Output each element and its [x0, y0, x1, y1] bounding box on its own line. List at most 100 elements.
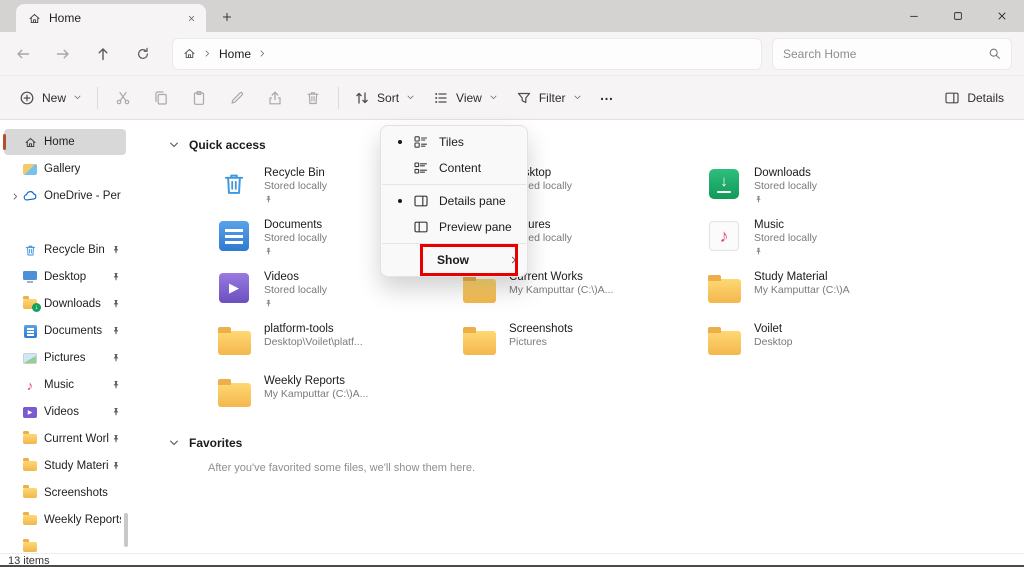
expander-slot	[8, 378, 22, 392]
plus-circle-icon	[19, 90, 35, 106]
preview-pane-icon	[413, 219, 429, 235]
file-tile-voilet[interactable]: Voilet Desktop	[698, 318, 943, 370]
back-button[interactable]	[6, 37, 40, 71]
pin-icon	[111, 299, 121, 309]
search-input[interactable]	[783, 47, 982, 61]
folder-icon	[706, 322, 742, 358]
new-button[interactable]: New	[10, 81, 91, 115]
search-box[interactable]	[772, 38, 1012, 70]
expander-slot	[8, 486, 22, 500]
sidebar-item-current-works[interactable]: Current Worl	[4, 426, 126, 452]
section-title: Quick access	[189, 138, 266, 152]
maximize-button[interactable]	[936, 0, 980, 32]
delete-button[interactable]	[294, 81, 332, 115]
minimize-button[interactable]	[892, 0, 936, 32]
menu-separator	[382, 243, 526, 244]
folder-icon	[461, 322, 497, 358]
file-subtitle: Pictures	[509, 336, 573, 349]
navigation-bar: Home	[0, 32, 1024, 76]
menu-item-details-pane[interactable]: Details pane	[381, 188, 527, 214]
rename-button[interactable]	[218, 81, 256, 115]
sidebar-item-label: Weekly Reports	[44, 514, 121, 526]
file-tile-platform-tools[interactable]: platform-tools Desktop\Voilet\platf...	[208, 318, 453, 370]
videos-icon: ▶	[22, 404, 38, 420]
file-name: Videos	[264, 270, 327, 284]
sidebar-item-screenshots[interactable]: Screenshots	[4, 480, 126, 506]
videos-icon: ▶	[216, 270, 252, 306]
search-icon[interactable]	[988, 47, 1001, 60]
filter-icon	[516, 90, 532, 106]
chevron-right-icon[interactable]	[258, 49, 267, 58]
file-tile-study-material[interactable]: Study Material My Kamputtar (C:\)A	[698, 266, 943, 318]
sort-button[interactable]: Sort	[345, 81, 424, 115]
menu-item-content[interactable]: Content	[381, 155, 527, 181]
command-bar: New Sort View Filter … Details	[0, 76, 1024, 120]
menu-item-show[interactable]: Show	[381, 247, 527, 273]
sidebar-item-study-material[interactable]: Study Materi	[4, 453, 126, 479]
sidebar-item-onedrive[interactable]: OneDrive - Pers	[4, 183, 126, 209]
expander-slot	[8, 540, 22, 553]
pin-icon	[111, 353, 121, 363]
favorites-empty-text: After you've favorited some files, we'll…	[208, 462, 1024, 474]
tab-close-button[interactable]	[182, 9, 200, 27]
sidebar-item-desktop[interactable]: Desktop	[4, 264, 126, 290]
file-tile-screenshots[interactable]: Screenshots Pictures	[453, 318, 698, 370]
menu-item-preview-pane[interactable]: Preview pane	[381, 214, 527, 240]
chevron-right-icon[interactable]	[8, 189, 22, 203]
file-subtitle: My Kamputtar (C:\)A...	[509, 284, 613, 297]
sidebar-item-videos[interactable]: ▶ Videos	[4, 399, 126, 425]
copy-button[interactable]	[142, 81, 180, 115]
new-tab-button[interactable]	[214, 4, 240, 30]
selected-bullet	[391, 193, 409, 209]
breadcrumb-home[interactable]: Home	[219, 47, 251, 61]
downloads-icon: ↓	[706, 166, 742, 202]
sidebar-item-label: Study Materi	[44, 460, 109, 472]
file-name: Downloads	[754, 166, 817, 180]
documents-icon	[216, 218, 252, 254]
share-button[interactable]	[256, 81, 294, 115]
address-bar[interactable]: Home	[172, 38, 762, 70]
tab-title: Home	[49, 11, 174, 25]
sidebar-item-pictures[interactable]: Pictures	[4, 345, 126, 371]
favorites-header: Favorites	[168, 432, 1024, 454]
view-button[interactable]: View	[424, 81, 507, 115]
sidebar-item-documents[interactable]: Documents	[4, 318, 126, 344]
menu-item-tiles[interactable]: Tiles	[381, 129, 527, 155]
close-button[interactable]	[980, 0, 1024, 32]
sidebar-item-home[interactable]: Home	[4, 129, 126, 155]
sidebar-scrollbar[interactable]	[124, 513, 128, 547]
sidebar-item-downloads[interactable]: Downloads	[4, 291, 126, 317]
sidebar-item-weekly-reports[interactable]: Weekly Reports	[4, 507, 126, 533]
file-tile-downloads[interactable]: ↓ Downloads Stored locally	[698, 162, 943, 214]
scissors-icon	[115, 90, 131, 106]
sidebar-item-label: Downloads	[44, 298, 101, 310]
sidebar-item-music[interactable]: ♪ Music	[4, 372, 126, 398]
navigation-pane: Home Gallery OneDrive - Pers Recycle Bin…	[0, 120, 130, 553]
expander-slot	[8, 324, 22, 338]
file-subtitle: Stored locally	[754, 180, 817, 193]
file-subtitle: Stored locally	[264, 232, 327, 245]
details-toggle-button[interactable]: Details	[934, 81, 1014, 115]
paste-button[interactable]	[180, 81, 218, 115]
cut-button[interactable]	[104, 81, 142, 115]
chevron-down-icon[interactable]	[168, 139, 180, 151]
chevron-down-icon[interactable]	[168, 437, 180, 449]
see-more-button[interactable]: …	[591, 81, 623, 115]
folder-icon	[22, 539, 38, 553]
file-tile-weekly-reports[interactable]: Weekly Reports My Kamputtar (C:\)A...	[208, 370, 453, 422]
file-tile-music[interactable]: ♪ Music Stored locally	[698, 214, 943, 266]
folder-icon	[216, 374, 252, 410]
folder-icon	[216, 322, 252, 358]
details-pane-icon	[944, 90, 960, 106]
sidebar-item-gallery[interactable]: Gallery	[4, 156, 126, 182]
pin-icon	[111, 407, 121, 417]
sidebar-item-clipped[interactable]	[4, 534, 126, 553]
details-pane-icon	[413, 193, 429, 209]
explorer-tab[interactable]: Home	[16, 4, 206, 32]
up-button[interactable]	[86, 37, 120, 71]
section-title: Favorites	[189, 436, 242, 450]
refresh-button[interactable]	[126, 37, 160, 71]
forward-button[interactable]	[46, 37, 80, 71]
filter-button[interactable]: Filter	[507, 81, 591, 115]
sidebar-item-recycle-bin[interactable]: Recycle Bin	[4, 237, 126, 263]
